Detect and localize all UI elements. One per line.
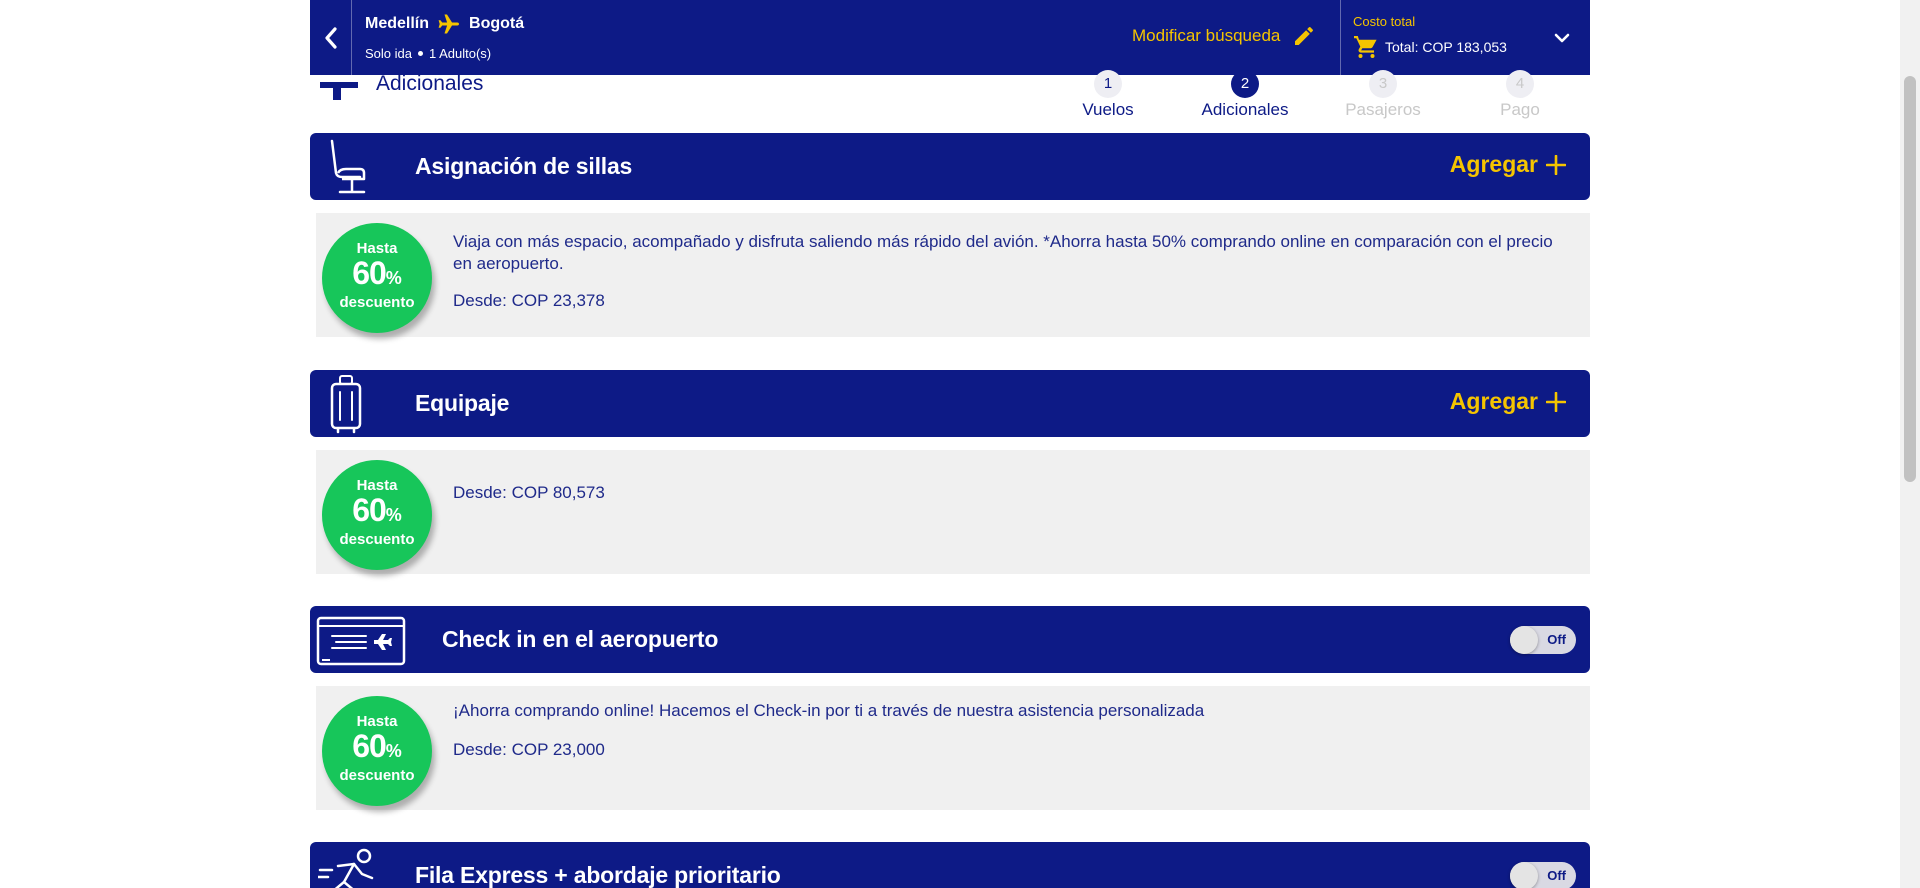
chevron-left-icon <box>324 26 337 49</box>
step-label: Pasajeros <box>1345 100 1421 119</box>
add-label: Agregar <box>1449 388 1538 414</box>
step-label: Adicionales <box>1201 100 1289 119</box>
service-description: Viaja con más espacio, acompañado y disf… <box>453 232 1553 273</box>
service-price: Desde: COP 23,378 <box>453 291 605 310</box>
step-vuelos[interactable]: 1 Vuelos <box>1048 70 1168 120</box>
seat-assignment-header[interactable]: Asignación de sillas Agregar <box>310 133 1590 200</box>
booking-summary-bar: Medellín Bogotá Solo ida 1 Adulto(s) Mod… <box>310 0 1590 75</box>
badge-bottom-text: descuento <box>339 531 415 548</box>
destination-city: Bogotá <box>469 15 525 32</box>
service-description: ¡Ahorra comprando online! Hacemos el Che… <box>453 701 1205 720</box>
seat-icon <box>330 139 366 194</box>
add-seat-button[interactable]: Agregar <box>1450 151 1566 178</box>
airport-checkin-body: Hasta 60% descuento ¡Ahorra comprando on… <box>316 686 1590 810</box>
section-title: Adicionales <box>376 72 484 95</box>
cost-label: Costo total <box>1353 14 1416 29</box>
badge-bottom-text: descuento <box>339 767 415 784</box>
toggle-state: Off <box>1547 632 1566 647</box>
origin-city: Medellín <box>365 15 430 32</box>
passenger-count: 1 Adulto(s) <box>428 46 492 61</box>
service-title: Asignación de sillas <box>415 153 633 179</box>
plus-icon <box>1546 154 1566 175</box>
badge-bottom-text: descuento <box>339 294 415 311</box>
step-pago: 4 Pago <box>1460 70 1580 120</box>
badge-number: 60 <box>352 492 387 528</box>
suitcase-icon <box>330 375 362 434</box>
service-title: Fila Express + abordaje prioritario <box>415 862 781 888</box>
luggage-body: Hasta 60% descuento Desde: COP 80,573 <box>316 450 1590 574</box>
airport-checkin-header[interactable]: Check in en el aeropuerto Off <box>310 606 1590 673</box>
total-cost-panel[interactable]: Costo total Total: COP 183,053 <box>1340 0 1590 75</box>
pencil-icon <box>1295 27 1314 45</box>
seat-assignment-body: Hasta 60% descuento Viaja con más espaci… <box>316 213 1590 337</box>
total-amount: Total: COP 183,053 <box>1385 39 1507 55</box>
add-luggage-button[interactable]: Agregar <box>1450 388 1566 415</box>
step-label: Vuelos <box>1082 100 1134 119</box>
trip-type: Solo ida <box>365 46 412 61</box>
cost-total: Total: COP 183,053 <box>1353 35 1507 59</box>
discount-badge: Hasta 60% descuento <box>322 223 432 333</box>
running-person-icon <box>318 848 374 888</box>
toggle-knob <box>1510 626 1538 654</box>
service-price: Desde: COP 80,573 <box>453 483 605 502</box>
luggage-header[interactable]: Equipaje Agregar <box>310 370 1590 437</box>
step-label: Pago <box>1500 100 1540 119</box>
badge-top-text: Hasta <box>356 713 398 730</box>
badge-value: 60% <box>322 729 432 768</box>
badge-number: 60 <box>352 255 387 291</box>
step-number: 4 <box>1506 70 1534 98</box>
badge-value: 60% <box>322 256 432 295</box>
toggle-knob <box>1510 862 1538 888</box>
step-adicionales: 2 Adicionales <box>1185 70 1305 120</box>
separator-dot <box>417 51 423 56</box>
route: Medellín Bogotá <box>365 12 524 36</box>
page: Medellín Bogotá Solo ida 1 Adulto(s) Mod… <box>0 0 1920 888</box>
badge-number: 60 <box>352 728 387 764</box>
plus-icon <box>1546 391 1566 412</box>
discount-badge: Hasta 60% descuento <box>322 460 432 570</box>
step-number: 2 <box>1231 70 1259 98</box>
discount-badge: Hasta 60% descuento <box>322 696 432 806</box>
trip-details: Solo ida 1 Adulto(s) <box>365 46 491 61</box>
badge-unit: % <box>385 268 402 288</box>
checkin-toggle[interactable]: Off <box>1510 626 1576 654</box>
toggle-state: Off <box>1547 868 1566 883</box>
back-button[interactable] <box>310 0 352 75</box>
express-line-header[interactable]: Fila Express + abordaje prioritario Off <box>310 842 1590 888</box>
badge-top-text: Hasta <box>356 240 398 257</box>
scroll-thumb[interactable] <box>1904 76 1916 482</box>
service-title: Equipaje <box>415 390 510 416</box>
service-title: Check in en el aeropuerto <box>442 626 719 652</box>
boarding-pass-icon <box>316 616 406 666</box>
step-number: 3 <box>1369 70 1397 98</box>
modify-search-label: Modificar búsqueda <box>1132 26 1281 45</box>
badge-unit: % <box>385 741 402 761</box>
page-scrollbar[interactable] <box>1900 0 1920 888</box>
plane-icon <box>438 14 460 34</box>
step-number: 1 <box>1094 70 1122 98</box>
express-toggle[interactable]: Off <box>1510 862 1576 888</box>
badge-unit: % <box>385 505 402 525</box>
badge-top-text: Hasta <box>356 477 398 494</box>
step-pasajeros: 3 Pasajeros <box>1323 70 1443 120</box>
additionals-icon <box>320 82 358 100</box>
badge-value: 60% <box>322 493 432 532</box>
cart-icon <box>1354 36 1377 58</box>
service-price: Desde: COP 23,000 <box>453 740 605 759</box>
modify-search-button[interactable]: Modificar búsqueda <box>1132 24 1316 48</box>
add-label: Agregar <box>1449 151 1538 177</box>
chevron-down-icon[interactable] <box>1552 28 1572 48</box>
